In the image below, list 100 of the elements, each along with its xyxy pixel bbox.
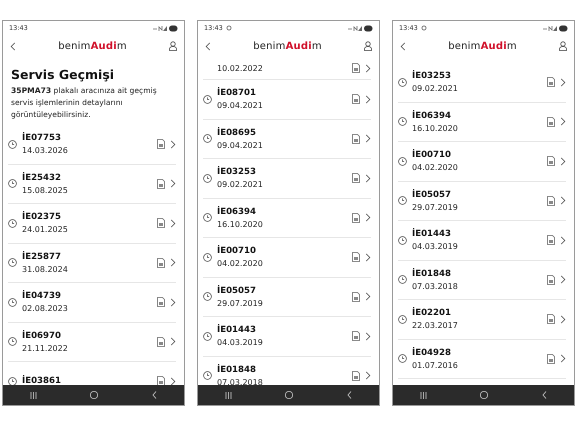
document-icon[interactable]	[547, 116, 555, 127]
clock-icon	[398, 156, 407, 166]
home-icon[interactable]	[90, 391, 98, 399]
service-record-row[interactable]: İE05057 29.07.2019	[203, 278, 371, 317]
document-icon[interactable]	[157, 297, 165, 308]
chevron-right-icon[interactable]	[365, 332, 371, 341]
clock-icon	[203, 371, 212, 380]
chevron-right-icon[interactable]	[170, 218, 176, 228]
service-record-row[interactable]: İE03253 09.02.2021	[203, 159, 371, 198]
record-date: 10.02.2022	[217, 64, 264, 72]
clock-icon	[398, 236, 407, 245]
user-icon[interactable]	[169, 41, 177, 51]
service-record-row[interactable]: İE06394 16.10.2020	[203, 198, 371, 238]
back-icon[interactable]	[400, 42, 406, 50]
back-nav-icon[interactable]	[347, 391, 352, 399]
chevron-right-icon[interactable]	[365, 134, 371, 144]
clock-icon	[398, 196, 407, 206]
document-icon[interactable]	[157, 376, 165, 385]
chevron-right-icon[interactable]	[560, 275, 566, 284]
record-date: 04.02.2020	[217, 259, 264, 268]
chevron-right-icon[interactable]	[170, 258, 176, 268]
document-icon[interactable]	[352, 212, 360, 223]
document-icon[interactable]	[352, 94, 360, 104]
chevron-right-icon[interactable]	[365, 252, 371, 262]
document-icon[interactable]	[547, 235, 555, 246]
chevron-right-icon[interactable]	[365, 94, 371, 104]
document-icon[interactable]	[157, 258, 165, 268]
document-icon[interactable]	[547, 354, 555, 364]
document-icon[interactable]	[547, 77, 555, 88]
chevron-right-icon[interactable]	[170, 298, 176, 307]
service-record-row[interactable]: İE00710 04.02.2020	[203, 238, 371, 278]
chevron-right-icon[interactable]	[365, 371, 371, 380]
chevron-right-icon[interactable]	[170, 140, 176, 149]
chevron-right-icon[interactable]	[560, 236, 566, 245]
chevron-right-icon[interactable]	[560, 354, 566, 364]
document-icon[interactable]	[352, 331, 360, 342]
document-icon[interactable]	[547, 196, 555, 206]
clock-icon	[203, 252, 212, 262]
clock-icon	[203, 94, 212, 104]
chevron-right-icon[interactable]	[560, 196, 566, 206]
service-record-row[interactable]: İE06970 21.11.2022	[8, 322, 176, 362]
service-record-row[interactable]: İE01443 04.03.2019	[203, 317, 371, 356]
document-icon[interactable]	[352, 370, 360, 381]
record-date: 24.01.2025	[22, 225, 69, 234]
service-record-row[interactable]: 10.02.2022	[203, 57, 371, 80]
document-icon[interactable]	[547, 274, 555, 285]
document-icon[interactable]	[352, 134, 360, 144]
chevron-right-icon[interactable]	[170, 376, 176, 385]
service-record-row[interactable]: İE02375 24.01.2025	[8, 204, 176, 244]
service-record-row[interactable]: İE02201 22.03.2017	[398, 300, 566, 340]
chevron-right-icon[interactable]	[560, 117, 566, 126]
document-icon[interactable]	[157, 139, 165, 150]
clock-icon	[8, 179, 17, 188]
service-record-row[interactable]: İE00710 04.02.2020	[398, 142, 566, 182]
document-icon[interactable]	[157, 336, 165, 347]
service-record-row[interactable]: İE04928 01.07.2016	[398, 340, 566, 379]
document-icon[interactable]	[547, 314, 555, 324]
back-nav-icon[interactable]	[152, 391, 158, 399]
back-icon[interactable]	[10, 42, 16, 50]
service-record-row[interactable]: İE01443 04.03.2019	[398, 221, 566, 260]
chevron-right-icon[interactable]	[560, 156, 566, 166]
service-record-row[interactable]: İE01848 07.03.2018	[398, 260, 566, 300]
service-record-row[interactable]: İE08695 09.04.2021	[203, 120, 371, 159]
chevron-right-icon[interactable]	[560, 78, 566, 87]
document-icon[interactable]	[352, 63, 360, 73]
back-icon[interactable]	[205, 42, 211, 50]
document-icon[interactable]	[157, 218, 165, 228]
chevron-right-icon[interactable]	[365, 213, 371, 222]
service-record-row[interactable]: İE06394 16.10.2020	[398, 102, 566, 142]
recent-apps-icon[interactable]	[30, 392, 37, 398]
document-icon[interactable]	[352, 252, 360, 262]
service-record-row[interactable]: İE08701 09.04.2021	[203, 80, 371, 120]
chevron-right-icon[interactable]	[560, 314, 566, 324]
back-nav-icon[interactable]	[542, 391, 548, 399]
app-logo: benimAudim	[253, 40, 322, 52]
user-icon[interactable]	[559, 41, 567, 51]
record-date: 09.02.2021	[412, 84, 459, 94]
home-icon[interactable]	[480, 391, 488, 399]
service-record-row[interactable]: İE03253 09.02.2021	[398, 63, 566, 102]
service-record-row[interactable]: İE07753 14.03.2026	[8, 125, 176, 164]
service-record-row[interactable]: İE04739 02.08.2023	[8, 283, 176, 322]
chevron-right-icon[interactable]	[170, 179, 176, 188]
recent-apps-icon[interactable]	[224, 392, 232, 398]
user-icon[interactable]	[364, 41, 372, 51]
chevron-right-icon[interactable]	[365, 64, 371, 72]
service-record-row[interactable]: İE25432 15.08.2025	[8, 164, 176, 204]
service-record-row[interactable]: İE05057 29.07.2019	[398, 182, 566, 221]
record-date: 21.11.2022	[22, 344, 69, 353]
clock-icon	[203, 174, 212, 183]
document-icon[interactable]	[352, 173, 360, 184]
service-record-row[interactable]: İE25877 31.08.2024	[8, 244, 176, 283]
chevron-right-icon[interactable]	[365, 174, 371, 183]
chevron-right-icon[interactable]	[170, 337, 176, 346]
home-icon[interactable]	[285, 391, 294, 399]
document-icon[interactable]	[547, 156, 555, 166]
document-icon[interactable]	[352, 292, 360, 302]
recent-apps-icon[interactable]	[420, 392, 427, 398]
document-icon[interactable]	[157, 178, 165, 189]
record-code: İE25877	[22, 252, 62, 262]
chevron-right-icon[interactable]	[365, 292, 371, 302]
